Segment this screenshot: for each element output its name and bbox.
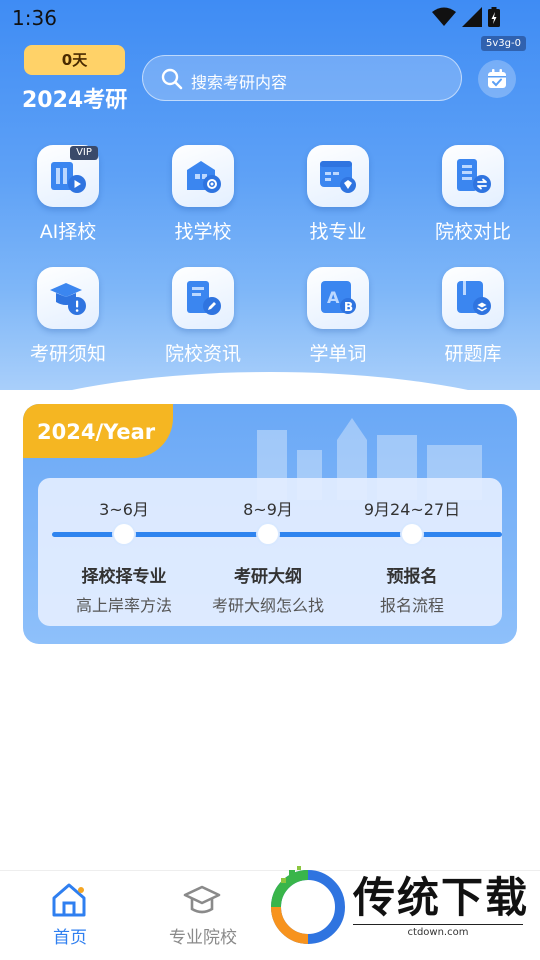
menu-item-compare[interactable]: 院校对比 — [413, 145, 533, 255]
tab-majors-schools[interactable]: 专业院校 — [133, 871, 273, 960]
menu-label-school-news: 院校资讯 — [164, 343, 241, 365]
year-tab: 2024/Year — [23, 404, 173, 458]
calendar-check-icon — [488, 69, 506, 88]
status-bar: 1:36 — [0, 0, 540, 36]
vocabulary-icon: AB — [307, 267, 369, 329]
days-countdown-badge[interactable]: 0天 — [24, 45, 125, 75]
menu-label-find-major: 找专业 — [309, 221, 367, 243]
timeline-dot — [402, 524, 422, 544]
menu-item-ai-school[interactable]: VIP AI择校 — [8, 145, 128, 255]
ai-school-icon: VIP — [37, 145, 99, 207]
menu-item-exam-notice[interactable]: 考研须知 — [8, 267, 128, 377]
timeline-date: 3~6月 — [99, 500, 149, 519]
watermark-emblem-icon — [271, 866, 345, 944]
notice-icon — [37, 267, 99, 329]
search-placeholder: 搜索考研内容 — [191, 73, 288, 92]
timeline-step-title[interactable]: 择校择专业 — [49, 562, 199, 587]
timeline-step-title[interactable]: 考研大纲 — [193, 562, 343, 587]
build-tag: 5v3g-0 — [481, 36, 526, 51]
find-major-icon — [307, 145, 369, 207]
news-icon — [172, 267, 234, 329]
status-time: 1:36 — [12, 6, 57, 30]
vip-tag: VIP — [70, 146, 98, 160]
graduation-cap-icon — [183, 885, 221, 914]
menu-label-question-bank: 研题库 — [444, 343, 502, 365]
menu-label-find-school: 找学校 — [174, 221, 232, 243]
menu-item-question-bank[interactable]: 研题库 — [413, 267, 533, 377]
battery-icon — [488, 7, 500, 27]
timeline-step-subtitle[interactable]: 报名流程 — [337, 592, 487, 616]
exam-year-title[interactable]: 2024考研 — [22, 82, 127, 114]
home-icon — [52, 883, 86, 917]
find-school-icon — [172, 145, 234, 207]
watermark-logo: 传统下载 ctdown.com — [265, 858, 540, 958]
menu-item-school-news[interactable]: 院校资讯 — [143, 267, 263, 377]
timeline-step-subtitle[interactable]: 高上岸率方法 — [49, 592, 199, 616]
tab-home[interactable]: 首页 — [0, 871, 140, 960]
timeline-title: 2024/Year — [37, 420, 156, 444]
signal-icon — [462, 7, 482, 27]
tab-majors-schools-label: 专业院校 — [169, 928, 237, 948]
compare-icon — [442, 145, 504, 207]
svg-text:B: B — [344, 300, 353, 314]
timeline-dot — [258, 524, 278, 544]
menu-label-ai-school: AI择校 — [39, 221, 97, 243]
menu-item-find-school[interactable]: 找学校 — [143, 145, 263, 255]
timeline-date: 9月24~27日 — [363, 500, 461, 519]
question-bank-icon — [442, 267, 504, 329]
timeline-card[interactable]: 2024/Year 3~6月 择校择专业 高上岸率方法 8~9月 考研大纲 考研… — [23, 404, 517, 644]
search-icon — [161, 68, 183, 90]
watermark-text: 传统下载 — [353, 873, 530, 922]
timeline-panel: 3~6月 择校择专业 高上岸率方法 8~9月 考研大纲 考研大纲怎么找 9月24… — [38, 478, 502, 626]
timeline-dot — [114, 524, 134, 544]
menu-item-vocabulary[interactable]: AB 学单词 — [278, 267, 398, 377]
watermark-url: ctdown.com — [353, 924, 523, 938]
menu-label-vocabulary: 学单词 — [309, 343, 367, 365]
status-icons — [432, 7, 500, 27]
timeline-date: 8~9月 — [243, 500, 293, 519]
menu-label-exam-notice: 考研须知 — [29, 343, 106, 365]
wifi-icon — [432, 7, 456, 26]
search-input[interactable]: 搜索考研内容 — [142, 55, 462, 101]
svg-text:A: A — [327, 288, 340, 307]
timeline-step-title[interactable]: 预报名 — [337, 562, 487, 587]
menu-item-find-major[interactable]: 找专业 — [278, 145, 398, 255]
calendar-button[interactable] — [478, 60, 516, 98]
timeline-step-subtitle[interactable]: 考研大纲怎么找 — [193, 592, 343, 616]
tab-home-label: 首页 — [53, 928, 87, 948]
menu-label-compare: 院校对比 — [434, 221, 511, 243]
